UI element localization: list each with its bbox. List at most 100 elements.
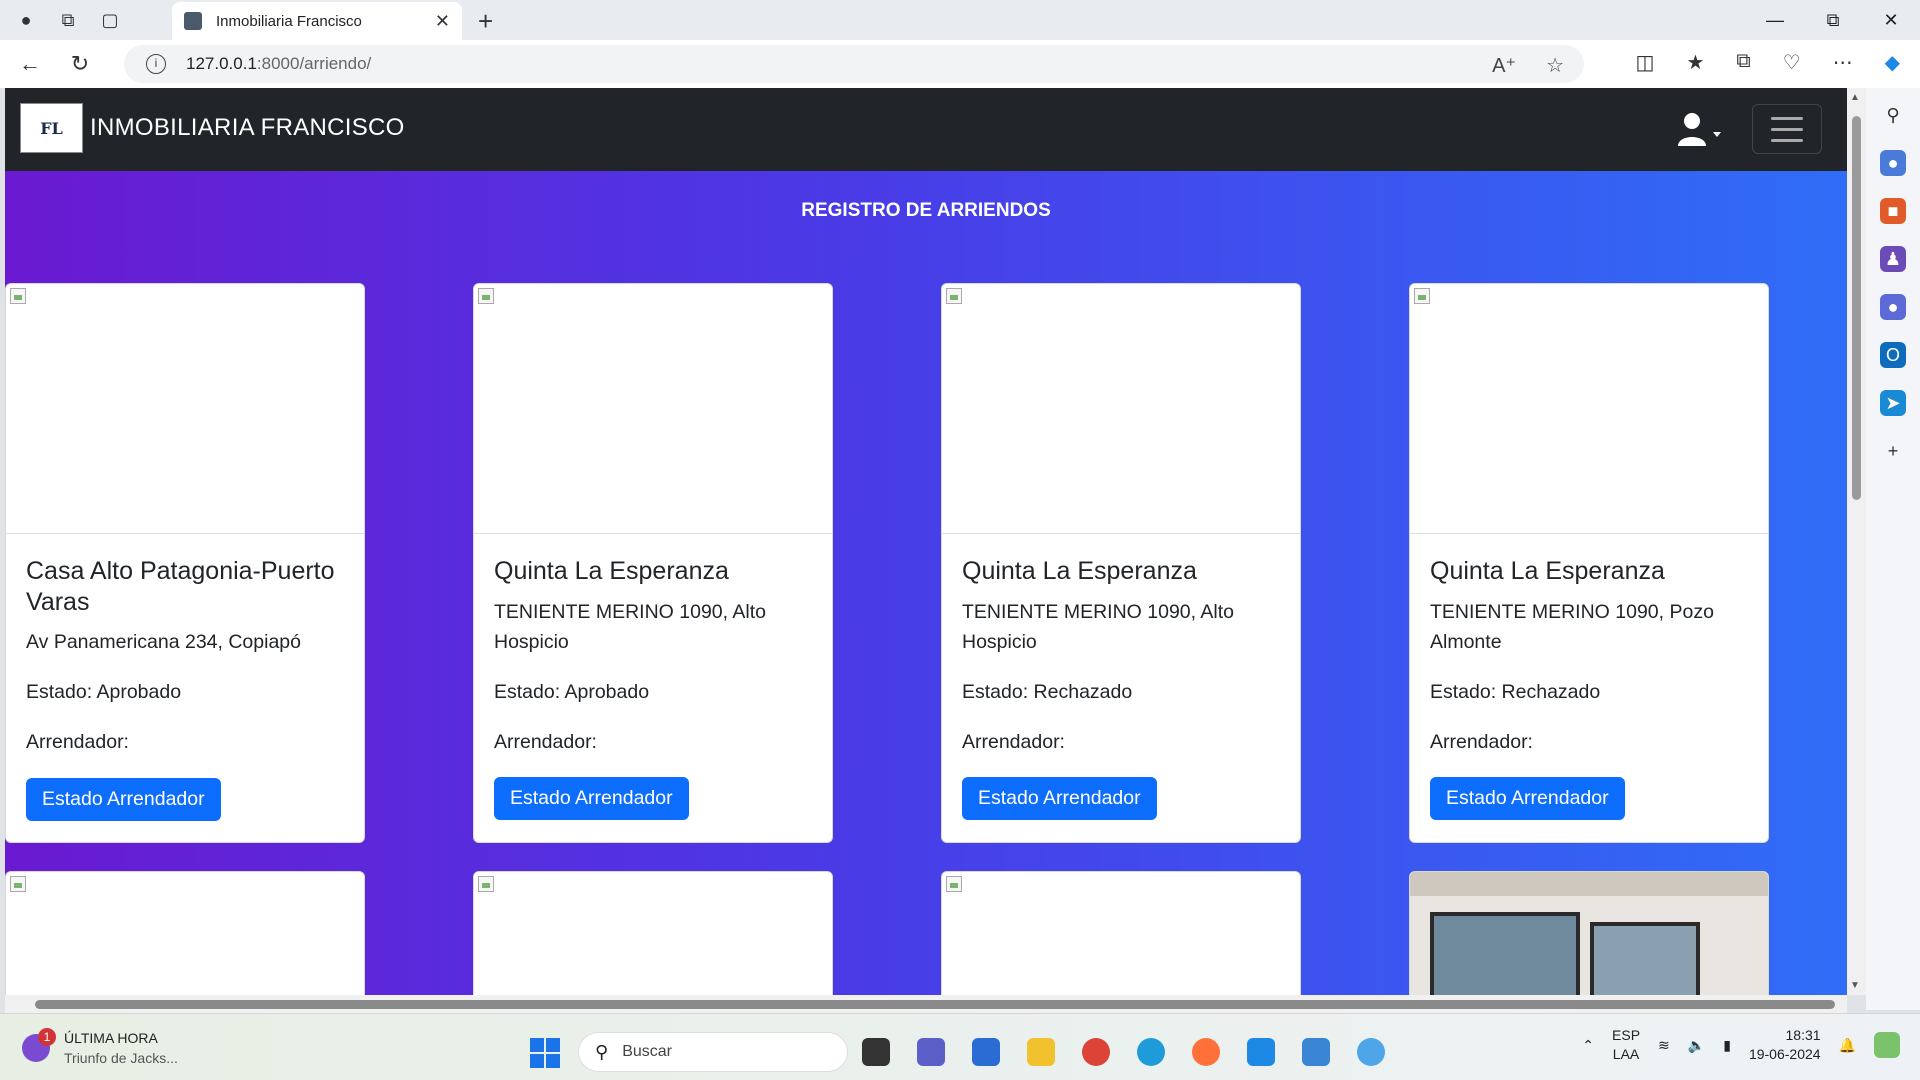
paint-icon[interactable]: [1357, 1038, 1385, 1066]
window-controls: — ⧉ ✕: [1746, 0, 1920, 40]
back-icon[interactable]: ←: [10, 44, 50, 84]
favorite-star-icon[interactable]: ☆: [1546, 53, 1564, 78]
edge-sidebar: ⚲ ● ■ ♟ ● O ➤ +: [1866, 88, 1920, 1010]
reload-icon[interactable]: ↻: [60, 44, 100, 84]
system-tray: ⌃ ESP LAA ≋ 🔈 ▮ 18:31 19-06-2024 🔔: [1582, 1026, 1900, 1064]
chevron-up-icon[interactable]: ⌃: [1582, 1037, 1594, 1054]
property-image: [1410, 284, 1768, 534]
property-image: [6, 872, 364, 995]
broken-image-icon: [1414, 288, 1430, 304]
shopping-icon[interactable]: ●: [1880, 150, 1906, 176]
task-view-icon[interactable]: [862, 1038, 890, 1066]
notepad-icon[interactable]: [1302, 1038, 1330, 1066]
close-tab-icon[interactable]: ✕: [435, 11, 450, 32]
restore-icon[interactable]: ⧉: [1804, 0, 1862, 40]
card-estado: Estado: Rechazado: [962, 680, 1133, 703]
site-navbar: FL INMOBILIARIA FRANCISCO: [5, 88, 1847, 171]
rental-card: [941, 871, 1301, 995]
battery-icon[interactable]: ▮: [1723, 1037, 1731, 1054]
estado-arrendador-button[interactable]: Estado Arrendador: [1430, 777, 1625, 821]
notifications-icon[interactable]: 🔔: [1839, 1037, 1856, 1054]
page-viewport: FL INMOBILIARIA FRANCISCO REGISTRO DE AR…: [5, 88, 1847, 995]
property-image: [474, 872, 832, 995]
card-address: Av Panamericana 234, Copiapó: [26, 631, 301, 653]
vscode-icon[interactable]: [1247, 1038, 1275, 1066]
card-estado: Estado: Aprobado: [26, 681, 182, 704]
card-arrendador: Arrendador:: [26, 731, 129, 754]
browser-toolbar-icons: ◫ ★ ⧉ ♡ ⋯ ◆: [1636, 50, 1900, 75]
site-favicon-icon: [184, 12, 202, 30]
taskbar-search[interactable]: ⚲ Buscar: [578, 1032, 848, 1072]
news-icon: 1: [22, 1028, 56, 1062]
estado-arrendador-button[interactable]: Estado Arrendador: [26, 777, 221, 821]
favorites-icon[interactable]: ★: [1686, 50, 1704, 75]
news-subtitle: Triunfo de Jacks...: [64, 1050, 178, 1066]
games-icon[interactable]: ♟: [1880, 246, 1906, 272]
broken-image-icon: [10, 288, 26, 304]
office-icon[interactable]: ●: [1880, 294, 1906, 320]
estado-arrendador-button[interactable]: Estado Arrendador: [494, 777, 689, 821]
rental-card: Quinta La Esperanza TENIENTE MERINO 1090…: [1409, 283, 1769, 843]
wifi-icon[interactable]: ≋: [1658, 1037, 1670, 1054]
windows-taskbar: 1 ÚLTIMA HORA Triunfo de Jacks... ⚲ Busc…: [0, 1013, 1920, 1080]
tab-actions-icon[interactable]: ▢: [94, 4, 126, 36]
search-icon: ⚲: [595, 1041, 609, 1062]
close-window-icon[interactable]: ✕: [1862, 0, 1920, 40]
rental-card: Quinta La Esperanza TENIENTE MERINO 1090…: [941, 283, 1301, 843]
property-image: [1410, 872, 1768, 995]
send-icon[interactable]: ➤: [1880, 390, 1906, 416]
card-title: Quinta La Esperanza: [962, 557, 1197, 585]
brand-logo[interactable]: FL: [20, 103, 83, 153]
teams-icon[interactable]: [917, 1038, 945, 1066]
copilot-icon[interactable]: ◆: [1885, 50, 1900, 75]
copilot-icon[interactable]: [1874, 1032, 1900, 1058]
broken-image-icon: [478, 876, 494, 892]
language-indicator[interactable]: ESP LAA: [1612, 1026, 1640, 1064]
new-tab-icon[interactable]: +: [478, 6, 493, 37]
property-image: [942, 872, 1300, 995]
store-icon[interactable]: [972, 1038, 1000, 1066]
url-bar[interactable]: i 127.0.0.1:8000/arriendo/ A⁺ ☆: [124, 45, 1584, 83]
chrome-icon[interactable]: [1082, 1038, 1110, 1066]
card-title: Quinta La Esperanza: [494, 557, 729, 585]
card-address: TENIENTE MERINO 1090, Alto Hospicio: [962, 600, 1235, 653]
navbar-toggler-icon[interactable]: [1752, 104, 1822, 154]
start-icon[interactable]: [530, 1038, 560, 1068]
split-screen-icon[interactable]: ◫: [1636, 50, 1655, 75]
site-info-icon[interactable]: i: [146, 54, 166, 74]
rental-card: Casa Alto Patagonia-Puerto Varas Av Pana…: [5, 283, 365, 843]
browser-tab[interactable]: Inmobiliaria Francisco ✕: [172, 2, 462, 40]
profile-icon[interactable]: ●: [10, 4, 42, 36]
news-widget[interactable]: 1 ÚLTIMA HORA Triunfo de Jacks...: [22, 1028, 178, 1068]
outlook-icon[interactable]: O: [1880, 342, 1906, 368]
taskbar-apps: [862, 1038, 1385, 1066]
read-aloud-icon[interactable]: A⁺: [1492, 53, 1516, 78]
collections-icon[interactable]: ⧉: [1736, 50, 1750, 75]
card-arrendador: Arrendador:: [962, 731, 1065, 754]
user-dropdown-icon[interactable]: [1677, 112, 1721, 148]
rental-card: [473, 871, 833, 995]
firefox-icon[interactable]: [1192, 1038, 1220, 1066]
search-icon[interactable]: ⚲: [1880, 102, 1906, 128]
card-title: Quinta La Esperanza: [1430, 557, 1665, 585]
property-image: [942, 284, 1300, 534]
browser-essentials-icon[interactable]: ♡: [1783, 50, 1801, 75]
apartment-photo: [1410, 872, 1768, 995]
brand-name[interactable]: INMOBILIARIA FRANCISCO: [90, 114, 405, 142]
clock[interactable]: 18:31 19-06-2024: [1749, 1026, 1821, 1064]
broken-image-icon: [946, 876, 962, 892]
estado-arrendador-button[interactable]: Estado Arrendador: [962, 777, 1157, 821]
tools-icon[interactable]: ■: [1880, 198, 1906, 224]
minimize-icon[interactable]: —: [1746, 0, 1804, 40]
horizontal-scrollbar[interactable]: [5, 995, 1847, 1013]
more-menu-icon[interactable]: ⋯: [1833, 50, 1853, 75]
news-badge: 1: [38, 1028, 56, 1046]
card-estado: Estado: Aprobado: [494, 680, 650, 703]
add-icon[interactable]: +: [1880, 438, 1906, 464]
volume-icon[interactable]: 🔈: [1688, 1037, 1705, 1054]
workspaces-icon[interactable]: ⧉: [52, 4, 84, 36]
file-explorer-icon[interactable]: [1027, 1038, 1055, 1066]
card-address: TENIENTE MERINO 1090, Alto Hospicio: [494, 600, 767, 653]
vertical-scrollbar[interactable]: ▲ ▼: [1847, 88, 1866, 995]
edge-icon[interactable]: [1137, 1038, 1165, 1066]
